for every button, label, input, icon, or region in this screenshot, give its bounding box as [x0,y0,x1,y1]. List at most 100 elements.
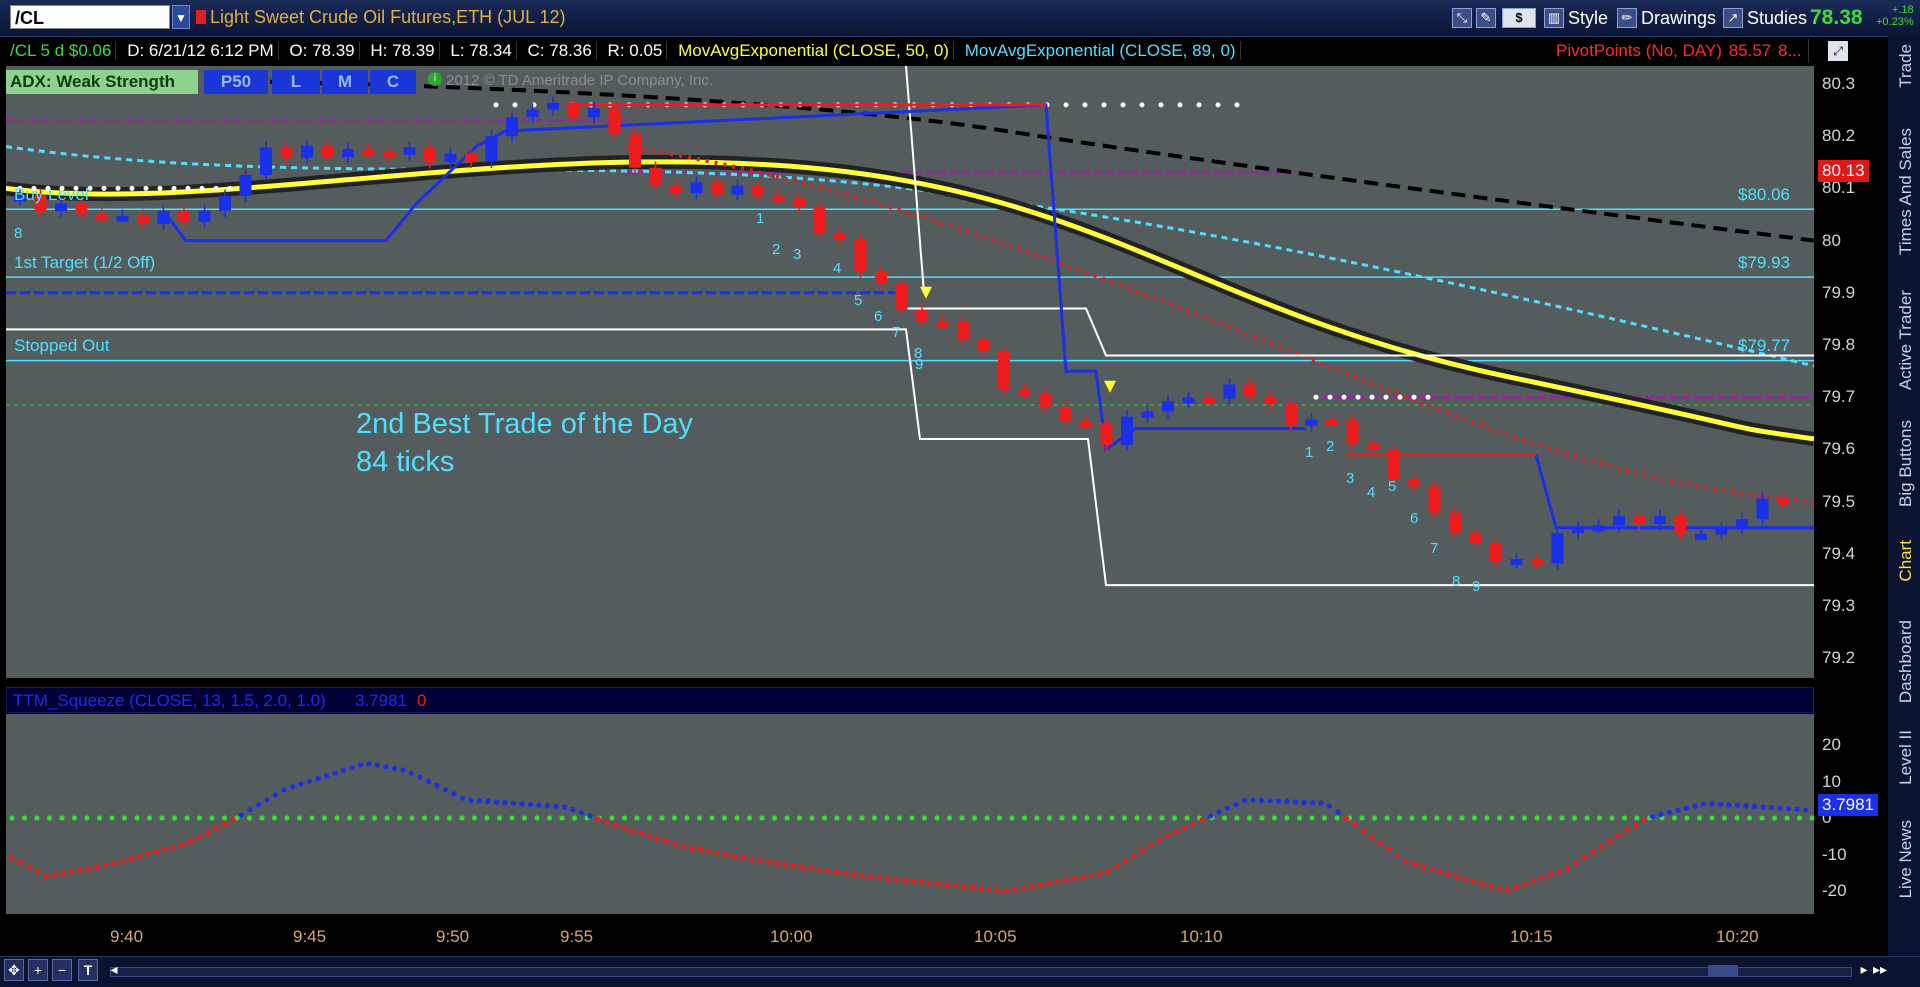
squeeze-label[interactable]: TTM_Squeeze (CLOSE, 13, 1.5, 2.0, 1.0) [13,691,326,711]
squeeze-dot [1809,815,1814,821]
white-dot [1425,394,1431,400]
ema89-label[interactable]: MovAvgExponential (CLOSE, 89, 0) [960,41,1241,60]
annotation-ticks: 84 ticks [356,446,455,478]
squeeze-momentum-dot [289,784,296,790]
squeeze-dot [1234,815,1240,821]
squeeze-dot [847,815,852,821]
squeeze-momentum-dot [264,797,270,803]
candle-body [1633,516,1646,525]
m-button[interactable]: M [322,70,368,94]
right-tab[interactable]: Active Trader [1896,290,1916,390]
drawings-menu[interactable]: Drawings [1641,8,1716,29]
squeeze-chart[interactable] [6,714,1814,914]
squeeze-dot [297,815,302,821]
squeeze-dot [1634,815,1640,821]
squeeze-dot [284,815,290,821]
l-button[interactable]: L [272,70,320,94]
squeeze-momentum-dot [918,879,925,885]
squeeze-dot [9,815,15,821]
p50-button[interactable]: P50 [204,70,268,94]
squeeze-momentum-dot [1666,809,1673,815]
right-tab[interactable]: Level II [1896,730,1916,785]
zoom-in-icon[interactable]: + [28,959,48,981]
squeeze-momentum-dot [706,848,712,854]
squeeze-dot [1172,815,1177,821]
squeeze-momentum-dot [128,856,134,862]
maximize-icon[interactable]: ⤢ [1828,41,1848,61]
squeeze-momentum-dot [638,830,644,837]
seq-number: 1 [1305,444,1314,461]
squeeze-momentum-dot [77,867,83,873]
squeeze-momentum-dot [34,869,41,875]
squeeze-momentum-dot [969,884,976,891]
scroll-end-icon[interactable]: ▸▸ [1870,959,1890,981]
studies-icon[interactable]: ↗ [1723,8,1743,28]
style-icon[interactable]: ▥ [1544,8,1564,28]
squeeze-momentum-dot [1114,863,1120,869]
candle-body [444,153,457,163]
right-tab[interactable]: Live News [1896,820,1916,898]
candle-body [957,321,969,340]
squeeze-momentum-dot [493,799,500,805]
squeeze-momentum-dot [1411,861,1418,867]
squeeze-momentum-dot [374,762,381,768]
seq-number: 8 [14,225,23,242]
symbol-dropdown-button[interactable]: ▼ [172,5,190,29]
squeeze-momentum-dot [1335,809,1341,815]
pivot-label[interactable]: PivotPoints (No, DAY) 85.57 8... [1552,39,1809,63]
drawings-icon[interactable]: ✏ [1617,8,1637,28]
white-dot [1139,102,1145,108]
scroll-thumb[interactable] [1708,965,1738,977]
white-dot [1327,394,1333,400]
right-tab[interactable]: Trade [1896,44,1916,88]
squeeze-dot [1684,815,1690,821]
candle-body [1285,403,1297,426]
seq-number: 1 [756,210,765,227]
squeeze-momentum-dot [519,801,525,807]
squeeze-momentum-dot [833,869,840,875]
right-tab[interactable]: Big Buttons [1896,420,1916,507]
squeeze-momentum-dot [1258,797,1265,804]
wrench-icon[interactable]: ✎ [1476,8,1496,28]
squeeze-momentum-dot [1267,798,1273,804]
crosshair-icon[interactable]: ⤡ [1452,8,1472,28]
symbol-input[interactable]: /CL [10,5,170,29]
price-tick: 80 [1822,230,1841,250]
squeeze-momentum-dot [1029,883,1035,889]
squeeze-dot [447,815,452,821]
chart-scrollbar[interactable] [0,956,1920,987]
candle-body [137,215,149,225]
price-tick: 79.4 [1822,543,1856,563]
ema50-label[interactable]: MovAvgExponential (CLOSE, 50, 0) [674,41,954,60]
squeeze-momentum-dot [9,855,15,861]
squeeze-dot [609,815,615,821]
squeeze-momentum-dot [1326,803,1333,809]
style-menu[interactable]: Style [1568,8,1608,29]
scroll-left-icon[interactable]: ◂ [104,959,124,981]
text-tool-icon[interactable]: T [78,959,98,981]
squeeze-dot [947,815,952,821]
squeeze-dot [134,815,140,821]
studies-menu[interactable]: Studies [1747,8,1807,29]
c-button[interactable]: C [370,70,416,94]
candle-body [1203,397,1215,404]
candle-body [1695,533,1707,540]
squeeze-dot [1372,815,1377,821]
price-chart[interactable] [6,66,1814,678]
right-tab[interactable]: Dashboard [1896,620,1916,703]
white-dot [1177,102,1183,108]
pan-icon[interactable]: ✥ [4,959,24,981]
white-dot [157,185,163,191]
squeeze-dot [559,815,565,821]
price-tick: 80.2 [1822,126,1856,146]
candle-body [1367,443,1379,450]
title-bar: /CL ▼ Light Sweet Crude Oil Futures,ETH … [0,0,1920,37]
right-tab[interactable]: Times And Sales [1896,128,1916,255]
squeeze-momentum-dot [604,819,610,825]
scroll-track[interactable] [110,967,1852,977]
zoom-out-icon[interactable]: − [52,959,72,981]
right-tab[interactable]: Chart [1896,540,1916,582]
dollar-button[interactable]: $ [1502,8,1536,28]
squeeze-momentum-dot [910,878,916,884]
squeeze-momentum-dot [1063,877,1069,883]
